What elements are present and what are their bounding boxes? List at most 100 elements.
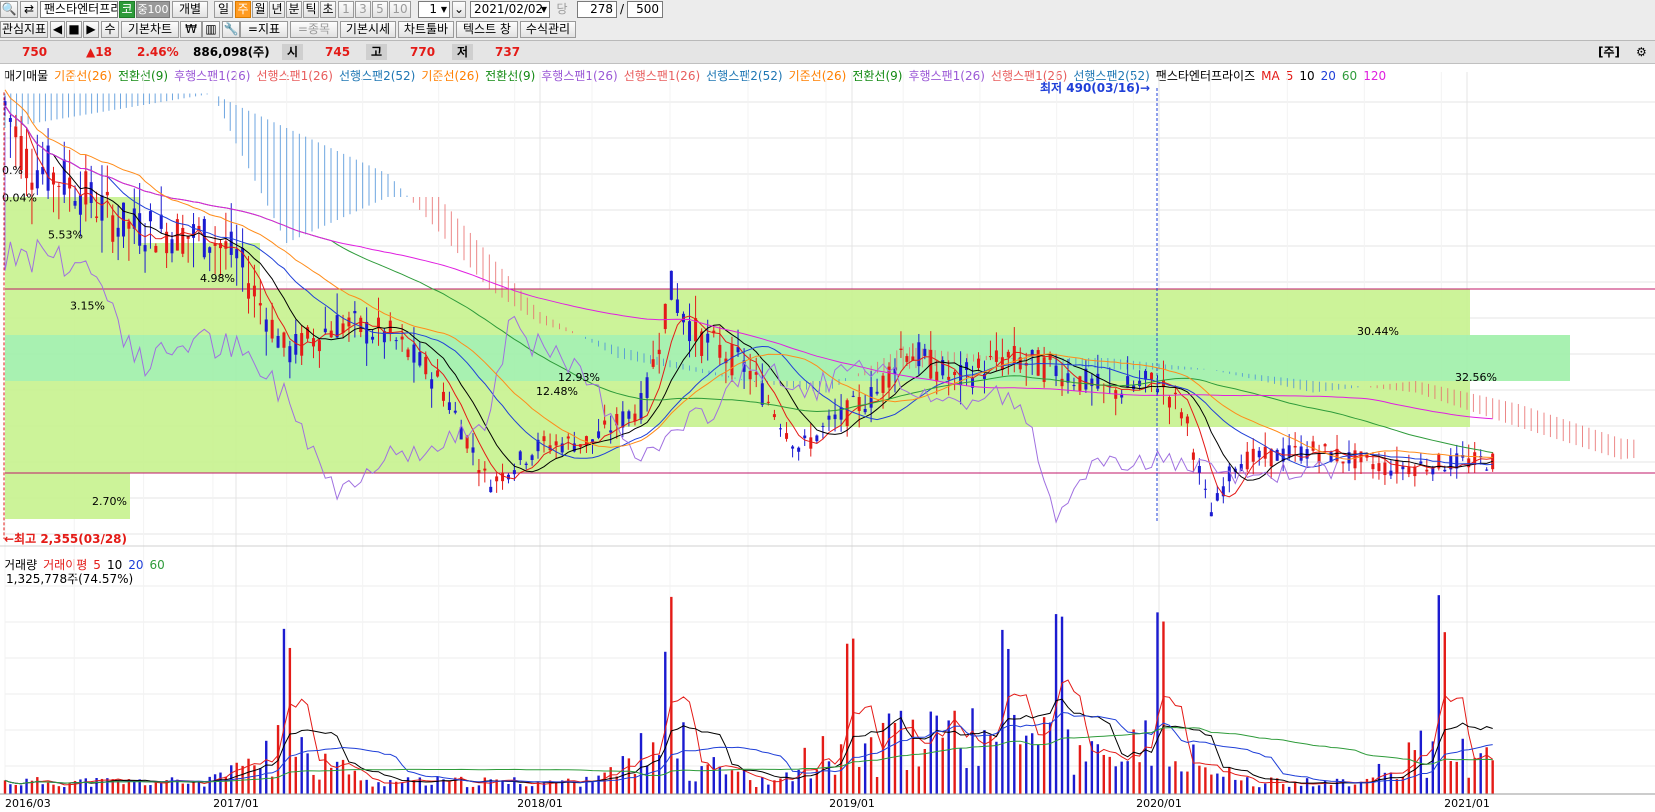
toolbar2-button-3[interactable]: ▶ — [83, 21, 99, 38]
chevron-down-icon[interactable]: ⌄ — [452, 1, 466, 18]
toolbar2-button-2[interactable]: ■ — [66, 21, 82, 38]
total-field[interactable]: 500 — [627, 1, 663, 18]
volume-bar — [959, 748, 962, 794]
toolbar2-button-1[interactable]: ◀ — [50, 21, 65, 38]
interval-button-3[interactable]: 10 — [389, 1, 411, 18]
stock-name-field[interactable]: 팬스타엔터프리 — [40, 1, 118, 18]
candle-body — [657, 349, 661, 355]
toolbar2-button-12[interactable]: 수식관리 — [520, 21, 576, 38]
volume-profile-band — [5, 335, 1570, 381]
volume-bar — [1156, 612, 1159, 794]
candle-body — [881, 375, 885, 393]
period-button-3[interactable]: 월 — [252, 1, 268, 18]
candle-body — [875, 391, 879, 394]
volume-bar — [748, 780, 752, 794]
toolbar2-button-6[interactable]: ₩ — [180, 21, 202, 38]
percent-label: 30.44% — [1357, 325, 1399, 338]
volume-bar — [3, 780, 7, 794]
candle-body — [863, 408, 867, 413]
stock-chart[interactable]: 0.% 0.04% 5.53% 4.98% 3.15% 2.70% 12.93%12.48%… — [0, 64, 1655, 812]
interval-select[interactable]: 1 — [418, 1, 450, 18]
volume-bar — [1240, 780, 1243, 794]
volume-bar — [186, 783, 190, 794]
candle-body — [1257, 450, 1261, 458]
volume-bar — [383, 786, 386, 794]
period-button-2[interactable]: 주 — [235, 1, 251, 18]
volume-bar — [471, 786, 475, 794]
volume-bar — [1359, 781, 1363, 794]
candle-body — [651, 359, 655, 367]
candle-body — [252, 285, 256, 297]
period-button-1[interactable]: 일 — [214, 1, 233, 18]
volume-bar — [1198, 765, 1201, 794]
candle-body — [748, 370, 752, 380]
volume-bar — [1275, 778, 1279, 794]
candle-body — [518, 451, 522, 461]
candle-body — [1251, 448, 1255, 462]
toolbar2-button-5[interactable]: 기본차트 — [121, 21, 179, 38]
volume-bar — [579, 786, 582, 794]
volume-bar — [977, 765, 980, 794]
volume-bar — [995, 741, 998, 794]
volume-bar — [1126, 761, 1129, 794]
x-tick-label: 2016/03 — [5, 797, 51, 810]
candle-body — [258, 303, 262, 306]
period-button-4[interactable]: 년 — [269, 1, 285, 18]
volume-bar — [1437, 595, 1440, 794]
chart-icon[interactable]: ▥ — [202, 21, 220, 38]
candle-body — [815, 435, 819, 442]
toolbar2-button-9[interactable]: 기본시세 — [340, 21, 396, 38]
volume-bar — [1186, 771, 1189, 794]
period-button-0[interactable]: 개별 — [172, 1, 208, 18]
period-button-7[interactable]: 초 — [320, 1, 336, 18]
settings-icon[interactable]: ⚙ — [1636, 44, 1647, 60]
wrench-icon[interactable]: 🔧 — [222, 21, 240, 38]
interval-button-0[interactable]: 1 — [338, 1, 354, 18]
volume-bar — [1168, 766, 1171, 794]
refresh-icon[interactable]: ⇄ — [20, 1, 38, 18]
volume-bar — [1389, 772, 1393, 794]
toolbar2-button-11[interactable]: 텍스트 창 — [456, 21, 518, 38]
volume-bar — [591, 782, 594, 794]
candle-body — [57, 185, 61, 187]
candle-body — [639, 393, 643, 420]
volume-bar — [1066, 729, 1070, 794]
period-button-6[interactable]: 틱 — [303, 1, 319, 18]
volume-bar — [1048, 722, 1052, 794]
volume-bar — [1461, 738, 1464, 794]
candle-body — [760, 383, 764, 405]
interval-button-2[interactable]: 5 — [372, 1, 388, 18]
candle-body — [30, 182, 34, 190]
candle-body — [1215, 493, 1219, 501]
toolbar2-button-8[interactable]: =종목 — [290, 21, 338, 38]
volume-bar — [1299, 785, 1303, 794]
candle-body — [791, 446, 795, 449]
volume-bar — [52, 784, 55, 794]
volume-bar — [809, 778, 812, 794]
toolbar2-button-7[interactable]: =지표 — [240, 21, 288, 38]
volume-bar — [465, 787, 469, 794]
search-icon[interactable]: 🔍 — [0, 1, 18, 18]
main-toolbar: 🔍 ⇄ 팬스타엔터프리 코 중100 1 ⌄ 2021/02/02 당 278 … — [0, 0, 1655, 21]
candle-body — [453, 410, 457, 413]
candle-body — [483, 468, 487, 471]
interval-button-1[interactable]: 3 — [355, 1, 371, 18]
volume-bar — [736, 771, 740, 794]
volume-bar — [436, 776, 439, 794]
candle-body — [441, 391, 445, 401]
candle-body — [495, 476, 499, 482]
volume-bar — [821, 736, 825, 794]
toolbar2-button-10[interactable]: 차트툴바 — [398, 21, 454, 38]
candle-body — [14, 126, 18, 138]
percent-label: 5.53% — [48, 228, 83, 241]
volume-profile-band — [5, 289, 1470, 335]
volume-bar — [1305, 778, 1309, 794]
volume-bar — [1293, 782, 1297, 794]
period-button-5[interactable]: 분 — [286, 1, 302, 18]
candle-body — [159, 214, 163, 229]
count-field[interactable]: 278 — [577, 1, 617, 18]
toolbar2-button-4[interactable]: 수 — [101, 21, 119, 38]
date-field[interactable]: 2021/02/02 — [470, 1, 550, 18]
volume-bar — [905, 770, 909, 794]
toolbar2-button-0[interactable]: 관심지표 — [0, 21, 48, 38]
